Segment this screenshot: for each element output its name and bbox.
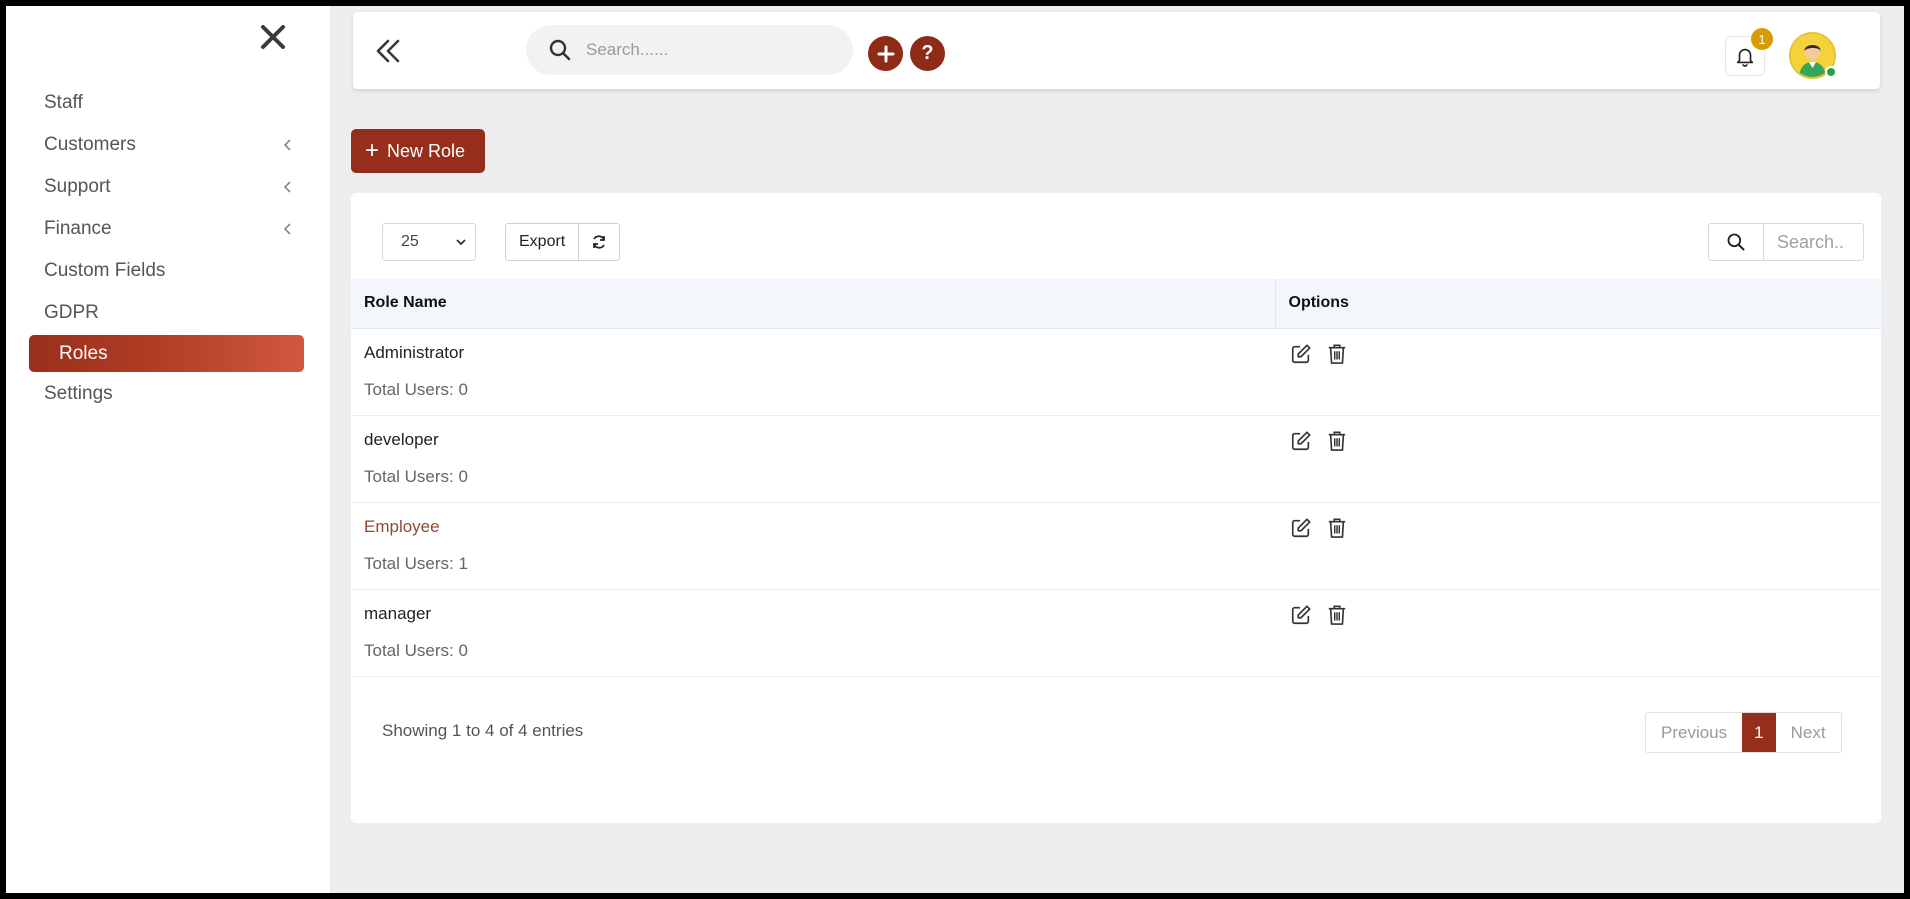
page-length-select[interactable]: 25	[382, 223, 476, 261]
trash-icon	[1328, 431, 1346, 451]
options-cell	[1275, 328, 1881, 416]
chevron-left-icon	[280, 166, 294, 208]
delete-button[interactable]	[1324, 342, 1350, 366]
sidebar-item-staff[interactable]: Staff	[6, 82, 330, 124]
delete-button[interactable]	[1324, 603, 1350, 627]
options-cell	[1275, 589, 1881, 677]
online-status-dot	[1825, 66, 1837, 78]
question-mark-icon: ?	[921, 42, 934, 64]
edit-button[interactable]	[1288, 429, 1314, 453]
sidebar: Staff Customers Support Finance Custom F…	[6, 6, 330, 893]
role-name-link[interactable]: Employee	[364, 517, 1275, 537]
refresh-button[interactable]	[579, 224, 620, 260]
trash-icon	[1328, 605, 1346, 625]
table-info: Showing 1 to 4 of 4 entries	[382, 721, 584, 740]
table-search	[1708, 223, 1864, 261]
roles-card: 25 Export Search.. Role Name Options Adm…	[351, 193, 1881, 823]
role-total-users: Total Users: 1	[364, 553, 468, 573]
sidebar-item-label: Settings	[44, 383, 113, 404]
delete-button[interactable]	[1324, 516, 1350, 540]
notification-count-badge: 1	[1751, 28, 1773, 50]
column-header-role-name[interactable]: Role Name	[351, 279, 1276, 329]
sidebar-item-finance[interactable]: Finance	[6, 208, 330, 250]
edit-icon	[1291, 343, 1311, 363]
role-name-cell: manager Total Users: 0	[351, 589, 1275, 677]
table-search-button[interactable]	[1709, 224, 1764, 260]
sidebar-item-roles[interactable]: Roles	[29, 335, 304, 372]
new-role-label: New Role	[387, 140, 466, 161]
sidebar-nav: Staff Customers Support Finance Custom F…	[6, 82, 330, 415]
trash-icon	[1328, 344, 1346, 364]
role-name-link[interactable]: developer	[364, 430, 1275, 450]
edit-icon	[1291, 430, 1311, 450]
table-row: Administrator Total Users: 0	[351, 328, 1881, 416]
sidebar-item-customers[interactable]: Customers	[6, 124, 330, 166]
table-search-input[interactable]	[1764, 224, 1862, 260]
edit-button[interactable]	[1288, 603, 1314, 627]
role-name-cell: Employee Total Users: 1	[351, 502, 1275, 590]
app-window: Staff Customers Support Finance Custom F…	[6, 6, 1904, 893]
chevron-left-icon	[280, 124, 294, 166]
plus-icon	[877, 45, 894, 62]
page-length-value: 25	[401, 233, 419, 250]
role-total-users: Total Users: 0	[364, 379, 468, 399]
collapse-sidebar-button[interactable]	[373, 36, 403, 66]
role-total-users: Total Users: 0	[364, 466, 468, 486]
next-page-button[interactable]: Next	[1776, 713, 1841, 752]
options-cell	[1275, 502, 1881, 590]
new-role-button[interactable]: + New Role	[351, 129, 485, 173]
sidebar-item-label: Custom Fields	[44, 260, 166, 281]
role-name-link[interactable]: manager	[364, 604, 1275, 624]
edit-icon	[1291, 604, 1311, 624]
close-sidebar-button[interactable]	[258, 22, 288, 52]
export-button[interactable]: Export	[506, 224, 580, 260]
close-icon	[261, 25, 285, 49]
role-name-link[interactable]: Administrator	[364, 343, 1275, 363]
quick-add-button[interactable]	[868, 36, 903, 71]
previous-page-button[interactable]: Previous	[1646, 713, 1742, 752]
sidebar-item-label: Staff	[44, 92, 83, 113]
column-header-options: Options	[1275, 279, 1881, 329]
search-icon	[1727, 233, 1745, 251]
bell-icon	[1736, 48, 1754, 67]
double-chevron-left-icon	[376, 39, 400, 63]
page-1-button[interactable]: 1	[1742, 713, 1776, 752]
role-total-users: Total Users: 0	[364, 640, 468, 660]
sidebar-item-gdpr[interactable]: GDPR	[6, 292, 330, 334]
role-name-cell: Administrator Total Users: 0	[351, 328, 1275, 416]
roles-table: Role Name Options Administrator Total Us…	[351, 279, 1881, 677]
sidebar-item-label: Support	[44, 176, 111, 197]
delete-button[interactable]	[1324, 429, 1350, 453]
table-header-row: Role Name Options	[351, 279, 1881, 329]
table-row: developer Total Users: 0	[351, 415, 1881, 503]
chevron-left-icon	[280, 208, 294, 250]
edit-button[interactable]	[1288, 342, 1314, 366]
edit-icon	[1291, 517, 1311, 537]
global-search	[526, 25, 853, 75]
table-row: Employee Total Users: 1	[351, 502, 1881, 590]
chevron-down-icon	[456, 239, 466, 246]
sidebar-item-label: GDPR	[44, 302, 99, 323]
sidebar-item-custom-fields[interactable]: Custom Fields	[6, 250, 330, 292]
trash-icon	[1328, 518, 1346, 538]
edit-button[interactable]	[1288, 516, 1314, 540]
pagination: Previous 1 Next	[1645, 712, 1842, 753]
refresh-icon	[593, 235, 606, 249]
search-icon	[549, 39, 571, 61]
role-name-cell: developer Total Users: 0	[351, 415, 1275, 503]
global-search-input[interactable]	[586, 35, 836, 65]
options-cell	[1275, 415, 1881, 503]
sidebar-item-label: Roles	[59, 343, 108, 364]
table-button-group: Export	[505, 223, 621, 261]
plus-icon: +	[365, 137, 380, 164]
top-header: ? 1	[353, 12, 1880, 89]
sidebar-item-label: Customers	[44, 134, 136, 155]
table-row: manager Total Users: 0	[351, 589, 1881, 677]
sidebar-item-settings[interactable]: Settings	[6, 373, 330, 415]
sidebar-item-label: Finance	[44, 218, 112, 239]
sidebar-item-support[interactable]: Support	[6, 166, 330, 208]
help-button[interactable]: ?	[910, 36, 945, 71]
